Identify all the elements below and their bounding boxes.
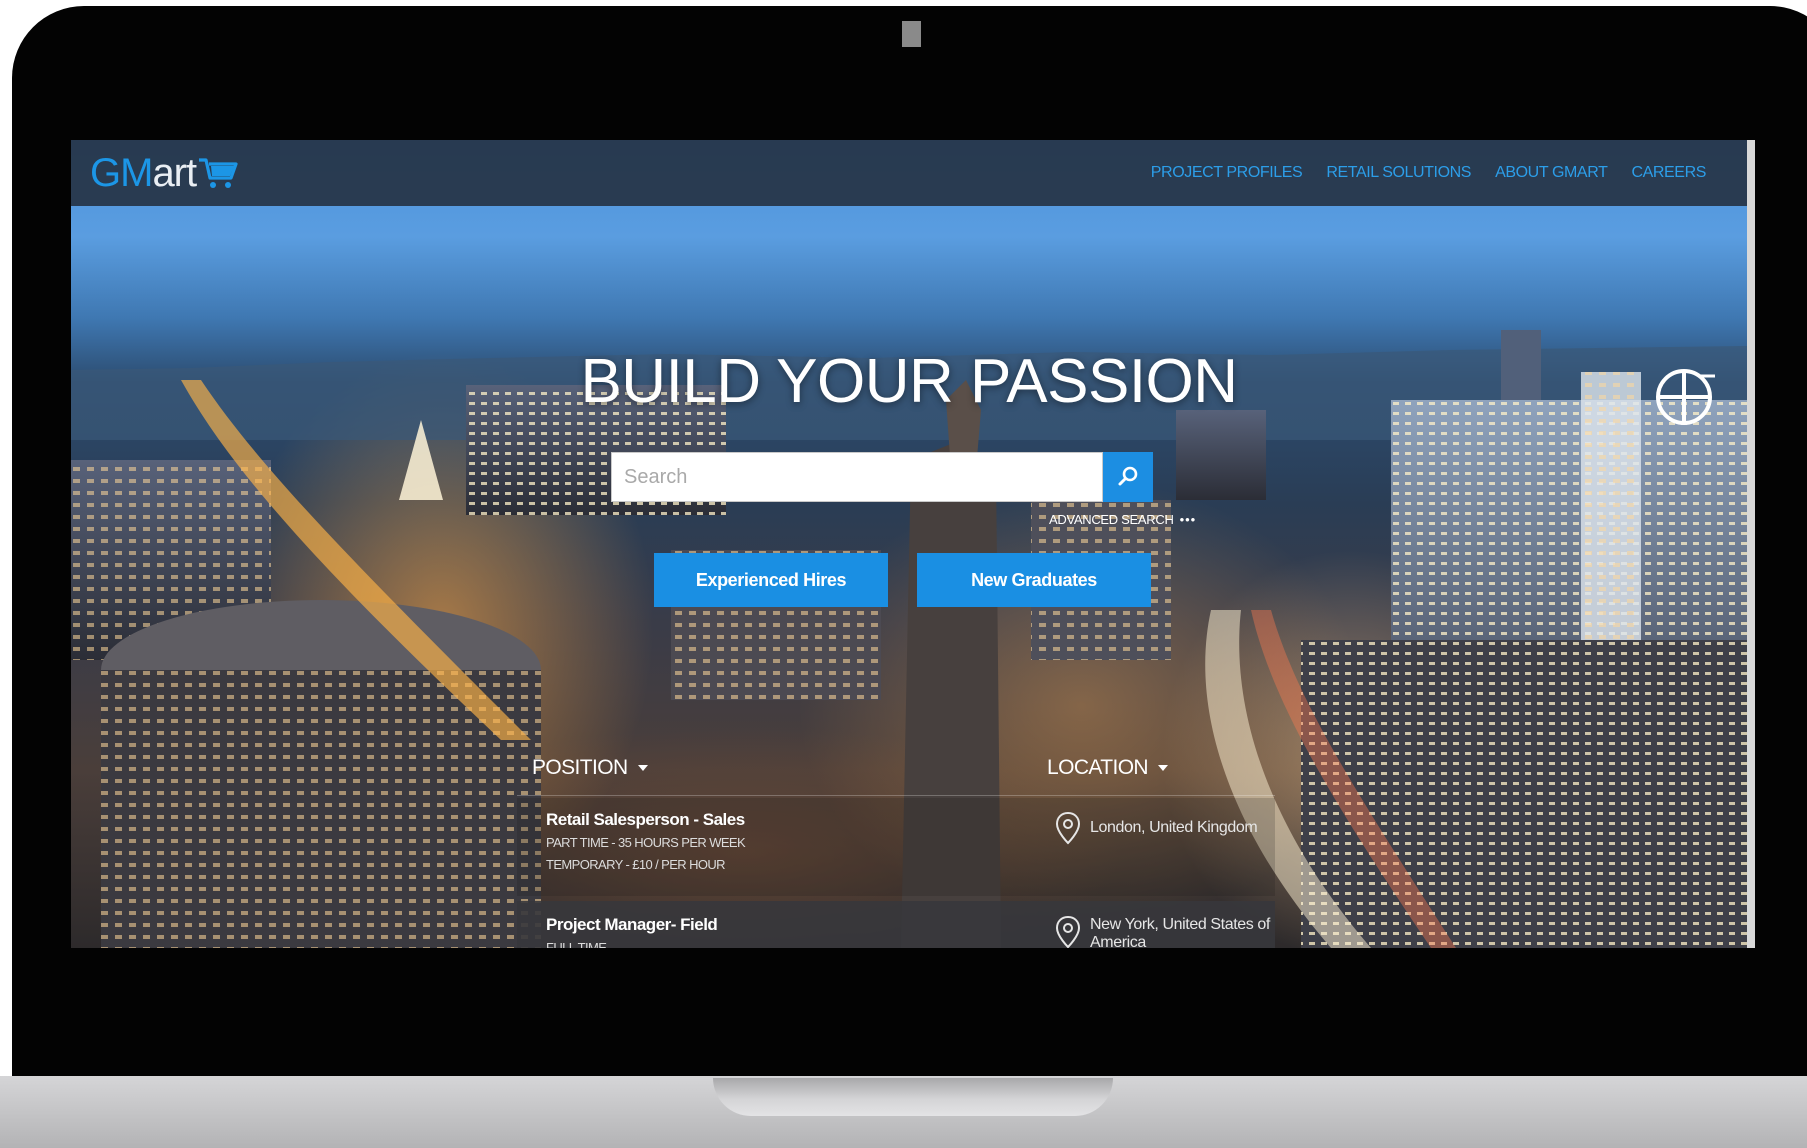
job-title: Retail Salesperson - Sales [546,810,745,829]
new-graduates-button[interactable]: New Graduates [917,553,1151,607]
job-meta: PART TIME - 35 HOURS PER WEEK [546,835,746,850]
search-input[interactable] [611,452,1103,502]
logo-text-gm: GM [90,150,153,195]
browser-viewport: GM art PROJECT PROFILES RETAIL SOLUTIONS… [71,140,1755,948]
nav-careers[interactable]: CAREERS [1631,164,1706,182]
main-nav: PROJECT PROFILES RETAIL SOLUTIONS ABOUT … [1151,140,1707,206]
gmart-logo[interactable]: GM art [90,149,238,197]
webcam [902,21,921,47]
scrollbar[interactable] [1747,140,1755,948]
position-header-label: POSITION [532,756,628,779]
job-location: New York, United States of America [1090,916,1270,948]
job-search [611,452,1153,502]
location-column-header[interactable]: LOCATION [1047,756,1168,780]
nav-retail-solutions[interactable]: RETAIL SOLUTIONS [1326,164,1471,182]
logo-text-art: art [152,150,197,195]
hero-title: BUILD YOUR PASSION [580,347,1238,416]
location-header-label: LOCATION [1047,756,1149,779]
job-row[interactable]: Project Manager- Field FULL TIME New Yor… [517,901,1275,948]
top-navigation-bar: GM art PROJECT PROFILES RETAIL SOLUTIONS… [71,140,1747,206]
caret-down-icon [1158,765,1168,771]
laptop-hinge-notch [713,1078,1113,1116]
experienced-hires-button[interactable]: Experienced Hires [654,553,888,607]
job-row[interactable]: Retail Salesperson - Sales PART TIME - 3… [517,798,1275,896]
nav-project-profiles[interactable]: PROJECT PROFILES [1151,164,1303,182]
job-meta: FULL TIME [546,940,607,948]
job-meta: TEMPORARY - £10 / PER HOUR [546,857,726,872]
advanced-search-link[interactable]: ADVANCED SEARCH ••• [1049,512,1196,527]
list-divider [517,795,1275,796]
location-pin-icon [1055,915,1081,948]
advanced-search-label: ADVANCED SEARCH [1049,512,1174,527]
search-icon [1118,466,1138,486]
nav-about-gmart[interactable]: ABOUT GMART [1495,164,1608,182]
search-button[interactable] [1103,452,1153,502]
job-location: London, United Kingdom [1090,819,1258,836]
shopping-cart-icon [199,158,238,188]
location-pin-icon [1055,811,1081,845]
caret-down-icon [637,765,648,771]
more-dots-icon: ••• [1179,512,1197,527]
position-column-header[interactable]: POSITION [532,756,648,780]
job-title: Project Manager- Field [546,915,718,934]
